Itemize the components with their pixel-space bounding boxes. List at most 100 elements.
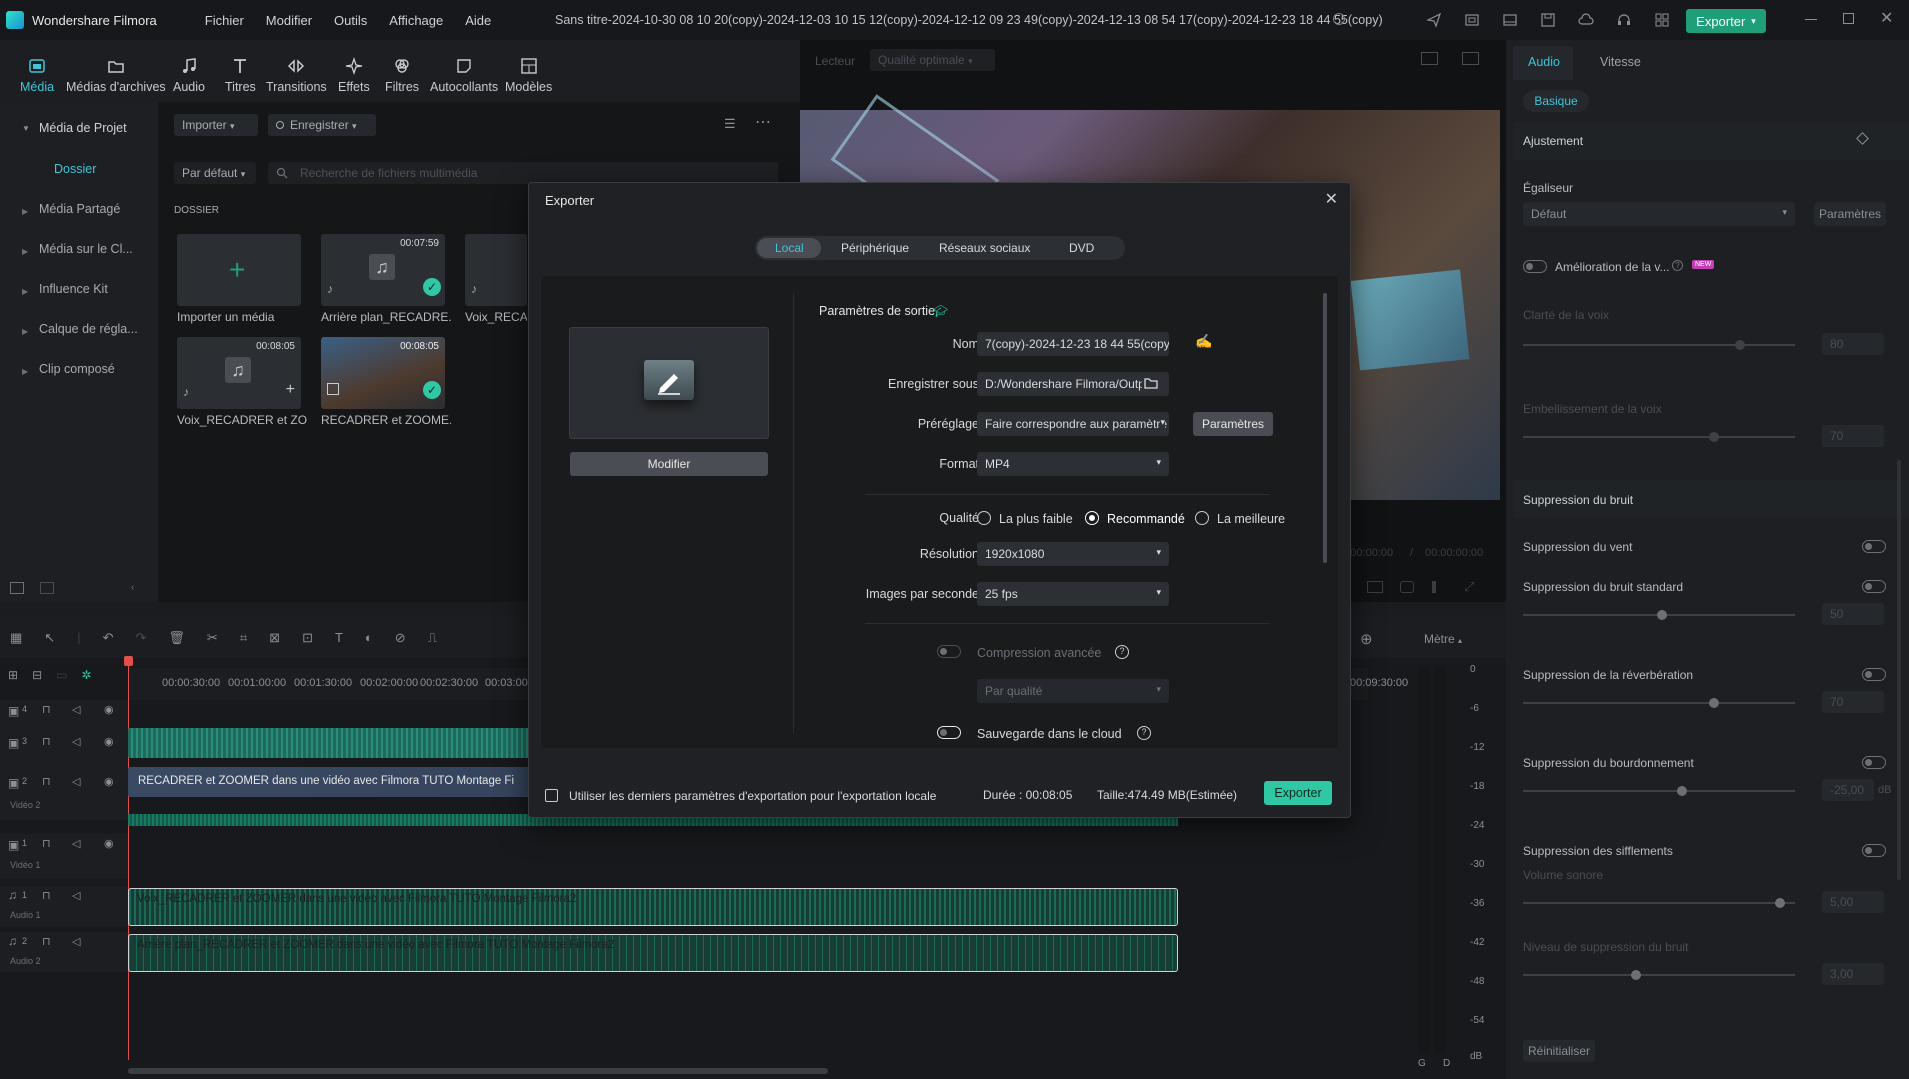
- image-icon[interactable]: [1462, 52, 1479, 65]
- tab-media[interactable]: Média: [20, 56, 54, 94]
- sidebar-item-folder[interactable]: Dossier: [54, 162, 96, 176]
- quality-dropdown[interactable]: Qualité optimale ▾: [870, 49, 995, 71]
- embellish-value[interactable]: 70: [1822, 425, 1884, 447]
- hum-value[interactable]: -25,00: [1822, 779, 1874, 801]
- folder-icon[interactable]: [1142, 374, 1160, 392]
- tab-audio[interactable]: Audio: [1528, 55, 1560, 69]
- tab-local[interactable]: Local: [775, 241, 804, 255]
- reverb-value[interactable]: 70: [1822, 691, 1884, 713]
- freeze-frame-icon[interactable]: ⊠: [269, 630, 280, 646]
- link-icon[interactable]: ⊟: [32, 668, 42, 688]
- delete-icon[interactable]: 🗑: [168, 630, 185, 646]
- slider-knob[interactable]: [1677, 786, 1687, 796]
- menu-item-fichier[interactable]: Fichier: [205, 13, 244, 28]
- hum-slider[interactable]: [1523, 786, 1795, 796]
- collapse-icon[interactable]: ‹: [131, 582, 134, 593]
- sidebar-item-cloud-media[interactable]: Média sur le Cl...: [39, 242, 133, 256]
- help-icon[interactable]: ?: [1115, 645, 1129, 659]
- import-media-tile[interactable]: +: [177, 234, 301, 306]
- record-button[interactable]: Enregistrer ▾: [268, 114, 376, 136]
- quality-radio-recommended[interactable]: [1085, 511, 1099, 525]
- layout-icon[interactable]: [1502, 12, 1518, 28]
- tab-speed[interactable]: Vitesse: [1600, 55, 1641, 69]
- modify-thumbnail-button[interactable]: Modifier: [570, 452, 768, 476]
- audio-clip-voice[interactable]: Voix_RECADRER et ZOOMER dans une vidéo a…: [128, 888, 1178, 926]
- audio-mixer-icon[interactable]: ⎍: [428, 630, 437, 646]
- filter-list-icon[interactable]: ☰: [724, 116, 736, 132]
- use-last-settings-checkbox[interactable]: [545, 789, 558, 802]
- resolution-dropdown[interactable]: 1920x1080 ▾: [977, 542, 1169, 566]
- eye-icon[interactable]: ◉: [104, 735, 114, 748]
- hiss-toggle[interactable]: [1862, 844, 1886, 857]
- slider-knob[interactable]: [1631, 970, 1641, 980]
- headset-icon[interactable]: [1616, 12, 1632, 28]
- menu-item-aide[interactable]: Aide: [465, 13, 491, 28]
- tab-device[interactable]: Périphérique: [841, 241, 909, 255]
- color-icon[interactable]: ◐: [365, 630, 373, 646]
- reset-button[interactable]: Réinitialiser: [1523, 1040, 1595, 1062]
- menu-item-outils[interactable]: Outils: [334, 13, 367, 28]
- tab-stock-media[interactable]: Médias d'archives: [66, 56, 166, 94]
- save-path-input[interactable]: D:/Wondershare Filmora/Outp: [977, 372, 1169, 396]
- standard-noise-toggle[interactable]: [1862, 580, 1886, 593]
- reverb-toggle[interactable]: [1862, 668, 1886, 681]
- eye-icon[interactable]: ◉: [104, 703, 114, 716]
- scissors-icon[interactable]: ✂: [207, 630, 218, 646]
- standard-noise-value[interactable]: 50: [1822, 603, 1884, 625]
- slider-knob[interactable]: [1775, 898, 1785, 908]
- minimize-icon[interactable]: [1805, 19, 1817, 20]
- slider-knob[interactable]: [1735, 340, 1745, 350]
- subtab-basic[interactable]: Basique: [1523, 90, 1589, 112]
- equalizer-params-button[interactable]: Paramètres: [1814, 202, 1886, 226]
- volume-icon[interactable]: [1432, 581, 1446, 593]
- apps-grid-icon[interactable]: [1654, 12, 1670, 28]
- sidebar-item-shared-media[interactable]: Média Partagé: [39, 202, 120, 216]
- sidebar-item-adjustment-layer[interactable]: Calque de régla...: [39, 322, 138, 336]
- layout-icon[interactable]: ▦: [10, 630, 22, 646]
- noise-level-slider[interactable]: [1523, 970, 1795, 980]
- media-library-icon[interactable]: [1464, 12, 1480, 28]
- marker-icon[interactable]: ✲: [81, 668, 91, 688]
- search-input[interactable]: Recherche de fichiers multimédia: [300, 166, 477, 180]
- maximize-icon[interactable]: [1843, 13, 1854, 24]
- mute-icon[interactable]: ◁: [72, 735, 80, 748]
- lock-icon[interactable]: ⊓: [42, 775, 51, 788]
- lock-icon[interactable]: ⊓: [42, 735, 51, 748]
- tab-templates[interactable]: Modèles: [505, 56, 552, 94]
- audio-clip-background[interactable]: Arrière plan_RECADRER et ZOOMER dans une…: [128, 934, 1178, 972]
- clarity-value[interactable]: 80: [1822, 333, 1884, 355]
- fullscreen-icon[interactable]: ⤢: [1464, 579, 1474, 595]
- lock-icon[interactable]: ⊓: [42, 889, 51, 902]
- tab-transitions[interactable]: Transitions: [266, 56, 327, 94]
- reverb-slider[interactable]: [1523, 698, 1795, 708]
- tab-audio[interactable]: Audio: [173, 56, 205, 94]
- close-icon[interactable]: ✕: [1325, 189, 1338, 209]
- quality-radio-best[interactable]: [1195, 511, 1209, 525]
- tab-filters[interactable]: Filtres: [385, 56, 419, 94]
- mask-icon[interactable]: ⊘: [395, 630, 406, 646]
- lock-icon[interactable]: ⊓: [42, 837, 51, 850]
- quality-radio-lowest[interactable]: [977, 511, 991, 525]
- send-icon[interactable]: [1426, 12, 1442, 28]
- sidebar-item-influence-kit[interactable]: Influence Kit: [39, 282, 108, 296]
- preset-params-button[interactable]: Paramètres: [1193, 412, 1273, 436]
- volume-slider[interactable]: [1523, 898, 1795, 908]
- tab-social[interactable]: Réseaux sociaux: [939, 241, 1030, 255]
- sidebar-item-compound-clip[interactable]: Clip composé: [39, 362, 115, 376]
- redo-icon[interactable]: ↷: [136, 630, 147, 646]
- media-item-video[interactable]: 00:08:05 ✓: [321, 337, 445, 409]
- cloud-backup-toggle[interactable]: [937, 726, 961, 739]
- folder-icon[interactable]: [40, 582, 54, 594]
- camera-icon[interactable]: [1400, 581, 1414, 593]
- ai-rename-icon[interactable]: ✍: [1195, 333, 1212, 350]
- media-item-background-audio[interactable]: 00:07:59 ♫ ♪ ✓: [321, 234, 445, 306]
- sort-dropdown[interactable]: Par défaut ▾: [174, 162, 256, 184]
- snapshot-grid-icon[interactable]: [1421, 52, 1438, 65]
- slider-knob[interactable]: [1709, 698, 1719, 708]
- advanced-compression-toggle[interactable]: [937, 645, 961, 658]
- eye-icon[interactable]: ◉: [104, 775, 114, 788]
- text-tool-icon[interactable]: T: [335, 630, 343, 646]
- zoom-in-icon[interactable]: ⊕: [1360, 630, 1373, 648]
- volume-value[interactable]: 5,00: [1822, 891, 1884, 913]
- eye-icon[interactable]: ◉: [104, 837, 114, 850]
